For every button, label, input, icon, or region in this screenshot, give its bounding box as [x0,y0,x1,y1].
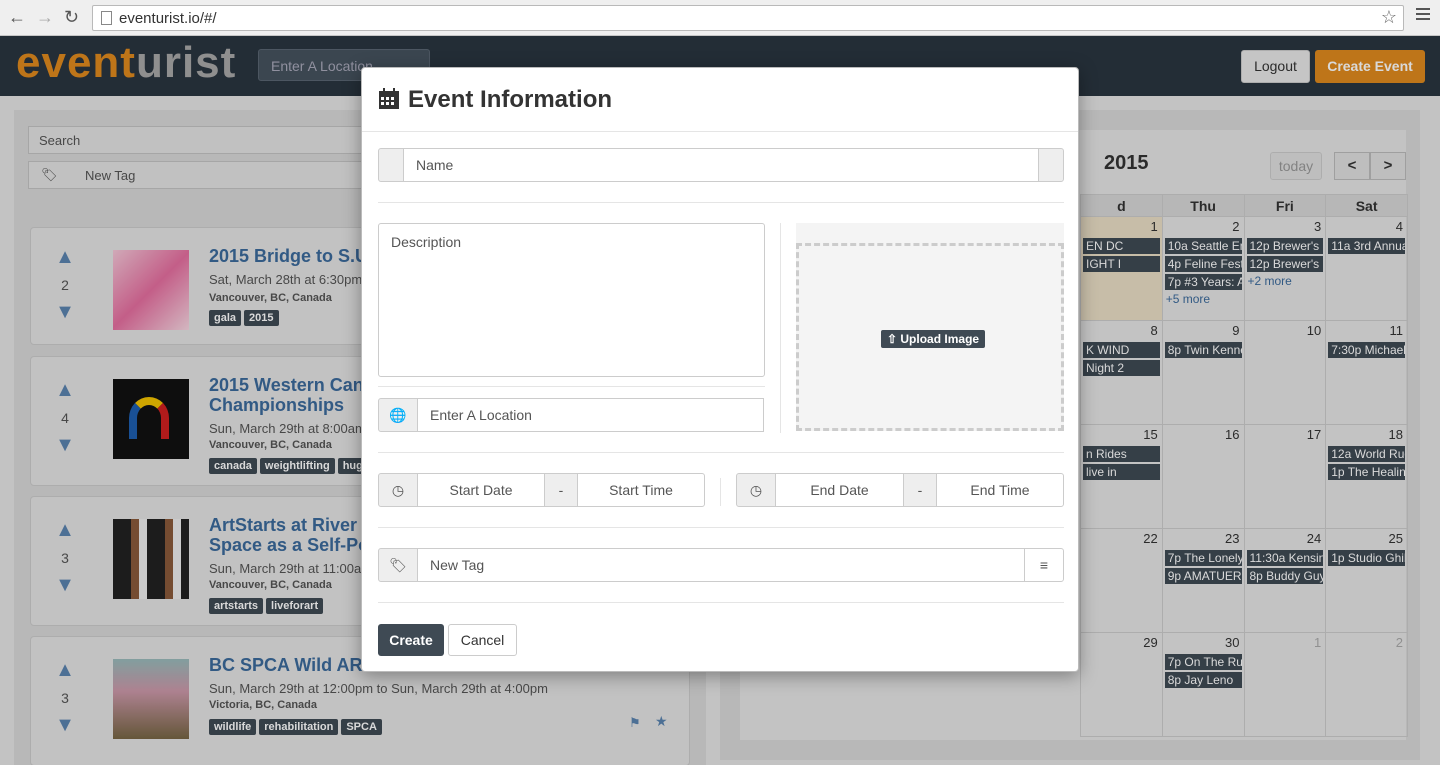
start-clock-icon: ◷ [378,473,418,507]
divider [378,602,1064,603]
list-icon[interactable]: ≡ [1024,548,1064,582]
browser-toolbar: ← → ↻ eventurist.io/#/ ☆ [0,0,1440,36]
modal-header: Event Information [362,68,1078,132]
end-time-input[interactable]: End Time [936,473,1064,507]
description-textarea[interactable]: Description [378,223,765,377]
cancel-button[interactable]: Cancel [448,624,517,656]
bookmark-star-icon[interactable]: ☆ [1381,7,1397,28]
dropzone-header [796,223,1064,245]
divider [378,202,1064,203]
image-dropzone[interactable]: ⇧ Upload Image [796,243,1064,431]
page-icon [101,11,112,25]
event-information-modal: Event Information Name Description 🌐 Ent… [361,67,1079,672]
back-icon[interactable]: ← [8,7,26,28]
column-divider [780,223,781,433]
create-button[interactable]: Create [378,624,444,656]
start-date-input[interactable]: Start Date [417,473,545,507]
date-separator: - [903,473,937,507]
end-date-input[interactable]: End Date [775,473,904,507]
name-addon-left [378,148,404,182]
upload-icon: ⇧ [887,332,901,346]
event-location-input[interactable]: Enter A Location [417,398,764,432]
divider [378,452,1064,453]
globe-icon: 🌐 [378,398,418,432]
tags-icon: 🏷 [378,548,418,582]
start-time-input[interactable]: Start Time [577,473,705,507]
divider [378,386,765,387]
address-bar[interactable]: eventurist.io/#/ ☆ [92,5,1404,31]
menu-icon[interactable] [1416,8,1430,23]
name-addon-right [1038,148,1064,182]
name-input[interactable]: Name [403,148,1039,182]
column-divider [720,478,721,506]
tag-input[interactable]: New Tag [417,548,1025,582]
forward-icon[interactable]: → [36,7,54,28]
reload-icon[interactable]: ↻ [64,7,79,28]
date-separator: - [544,473,578,507]
modal-title: Event Information [408,86,613,113]
url-text: eventurist.io/#/ [119,10,217,27]
calendar-icon [379,88,399,109]
upload-image-button[interactable]: ⇧ Upload Image [881,330,986,348]
divider [378,527,1064,528]
end-clock-icon: ◷ [736,473,776,507]
